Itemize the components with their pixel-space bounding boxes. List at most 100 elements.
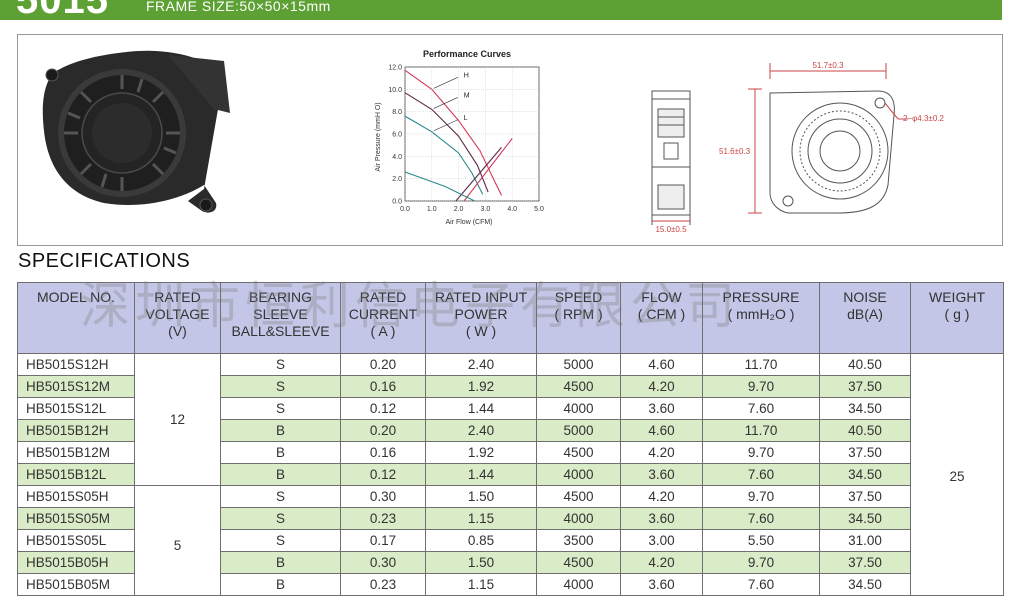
pressure-cell: 7.60 xyxy=(702,573,820,596)
series-label: H xyxy=(464,72,469,79)
flow-cell: 3.00 xyxy=(620,529,703,552)
model-cell: HB5015S12M xyxy=(17,375,135,398)
header-text: (V) xyxy=(168,323,187,339)
pressure-cell: 11.70 xyxy=(702,353,820,376)
weight-cell: 25 xyxy=(910,353,1004,596)
current-cell: 0.16 xyxy=(340,441,426,464)
header-text: PRESSURE xyxy=(722,289,800,305)
current-cell: 0.20 xyxy=(340,353,426,376)
header-text: ( CFM ) xyxy=(637,306,686,322)
current-cell: 0.30 xyxy=(340,551,426,574)
pressure-cell: 7.60 xyxy=(702,463,820,486)
product-figure-panel: Performance Curves 0.0 1.0 2.0 3.0 4.0 5.0 0.0… xyxy=(17,34,1003,246)
specifications-table: MODEL NO. RATED VOLTAGE (V) BEARING SLEEVE BAL… xyxy=(17,282,1004,596)
header-text: ( RPM ) xyxy=(554,306,603,322)
noise-cell: 37.50 xyxy=(819,375,911,398)
power-cell: 1.50 xyxy=(425,551,537,574)
current-cell: 0.16 xyxy=(340,375,426,398)
column-header: WEIGHT( g ) xyxy=(910,282,1004,354)
bearing-cell: B xyxy=(220,441,341,464)
speed-cell: 4000 xyxy=(536,463,621,486)
current-cell: 0.17 xyxy=(340,529,426,552)
x-tick-label: 0.0 xyxy=(400,206,410,213)
current-cell: 0.12 xyxy=(340,463,426,486)
bearing-cell: B xyxy=(220,419,341,442)
x-axis-label: Air Flow (CFM) xyxy=(445,219,492,226)
x-tick-label: 4.0 xyxy=(507,206,517,213)
x-tick-label: 3.0 xyxy=(481,206,491,213)
voltage-cell: 12 xyxy=(134,353,221,486)
speed-cell: 4500 xyxy=(536,375,621,398)
flow-cell: 3.60 xyxy=(620,573,703,596)
noise-cell: 31.00 xyxy=(819,529,911,552)
column-header: FLOW( CFM ) xyxy=(620,282,703,354)
flow-cell: 3.60 xyxy=(620,507,703,530)
power-cell: 1.44 xyxy=(425,397,537,420)
speed-cell: 4000 xyxy=(536,573,621,596)
table-header-row: MODEL NO. RATED VOLTAGE (V) BEARING SLEEVE BAL… xyxy=(17,282,1004,354)
header-text: SPEED xyxy=(554,289,603,305)
frame-size: FRAME SIZE:50×50×15mm xyxy=(146,0,331,14)
noise-cell: 37.50 xyxy=(819,485,911,508)
specifications-heading: SPECIFICATIONS xyxy=(18,250,191,272)
x-tick-label: 2.0 xyxy=(454,206,464,213)
y-tick-label: 2.0 xyxy=(392,176,402,183)
header-text: RATED INPUT xyxy=(434,289,528,305)
speed-cell: 5000 xyxy=(536,353,621,376)
header-text: SLEEVE xyxy=(253,306,308,322)
current-cell: 0.12 xyxy=(340,397,426,420)
table-row: HB5015S05H 5 S 0.30 1.50 4500 4.20 9.70 37.50 xyxy=(17,485,1004,596)
pressure-cell: 9.70 xyxy=(702,485,820,508)
y-tick-label: 0.0 xyxy=(392,199,402,206)
table-row: HB5015S12H 12 S 0.20 2.40 5000 4.60 11.70 40.50 2… xyxy=(17,353,1004,596)
pressure-cell: 7.60 xyxy=(702,397,820,420)
header-text: FLOW xyxy=(641,289,682,305)
header-text: ( W ) xyxy=(465,323,497,339)
header-text: dB(A) xyxy=(847,306,883,322)
bearing-cell: B xyxy=(220,463,341,486)
width-dimension: 51.7±0.3 xyxy=(812,61,844,70)
model-cell: HB5015S12H xyxy=(17,353,135,376)
model-cell: HB5015B12M xyxy=(17,441,135,464)
hole-dimension: 2−φ4.3±0.2 xyxy=(903,114,944,123)
power-cell: 1.44 xyxy=(425,463,537,486)
bearing-cell: S xyxy=(220,485,341,508)
voltage-cell: 5 xyxy=(134,485,221,596)
column-header: PRESSURE( mmH₂O ) xyxy=(702,282,820,354)
x-tick-label: 5.0 xyxy=(534,206,544,213)
pressure-cell: 7.60 xyxy=(702,507,820,530)
power-cell: 1.50 xyxy=(425,485,537,508)
flow-cell: 4.60 xyxy=(620,353,703,376)
flow-cell: 3.60 xyxy=(620,397,703,420)
header-text: MODEL NO. xyxy=(36,289,116,305)
flow-cell: 4.60 xyxy=(620,419,703,442)
header-text: BALL&SLEEVE xyxy=(231,323,330,339)
header-text: BEARING xyxy=(248,289,312,305)
header-text: NOISE xyxy=(843,289,887,305)
noise-cell: 40.50 xyxy=(819,353,911,376)
model-code: 5015 xyxy=(16,0,109,20)
power-cell: 1.15 xyxy=(425,507,537,530)
y-tick-label: 10.0 xyxy=(388,87,402,94)
current-cell: 0.23 xyxy=(340,507,426,530)
header-text: ( A ) xyxy=(370,323,396,339)
pressure-cell: 5.50 xyxy=(702,529,820,552)
power-cell: 1.92 xyxy=(425,441,537,464)
noise-cell: 34.50 xyxy=(819,507,911,530)
power-cell: 2.40 xyxy=(425,353,537,376)
y-tick-label: 12.0 xyxy=(388,65,402,72)
model-cell: HB5015B05H xyxy=(17,551,135,574)
noise-cell: 34.50 xyxy=(819,463,911,486)
column-header: RATED INPUT POWER( W ) xyxy=(425,282,537,354)
speed-cell: 4500 xyxy=(536,551,621,574)
column-header: NOISE dB(A) xyxy=(819,282,911,354)
bearing-cell: S xyxy=(220,397,341,420)
header-text: WEIGHT xyxy=(929,289,985,305)
flow-cell: 4.20 xyxy=(620,485,703,508)
speed-cell: 5000 xyxy=(536,419,621,442)
flow-cell: 4.20 xyxy=(620,551,703,574)
speed-cell: 4000 xyxy=(536,507,621,530)
header-text: RATED xyxy=(154,289,201,305)
model-cell: HB5015B12L xyxy=(17,463,135,486)
fan-product-image xyxy=(42,50,230,213)
